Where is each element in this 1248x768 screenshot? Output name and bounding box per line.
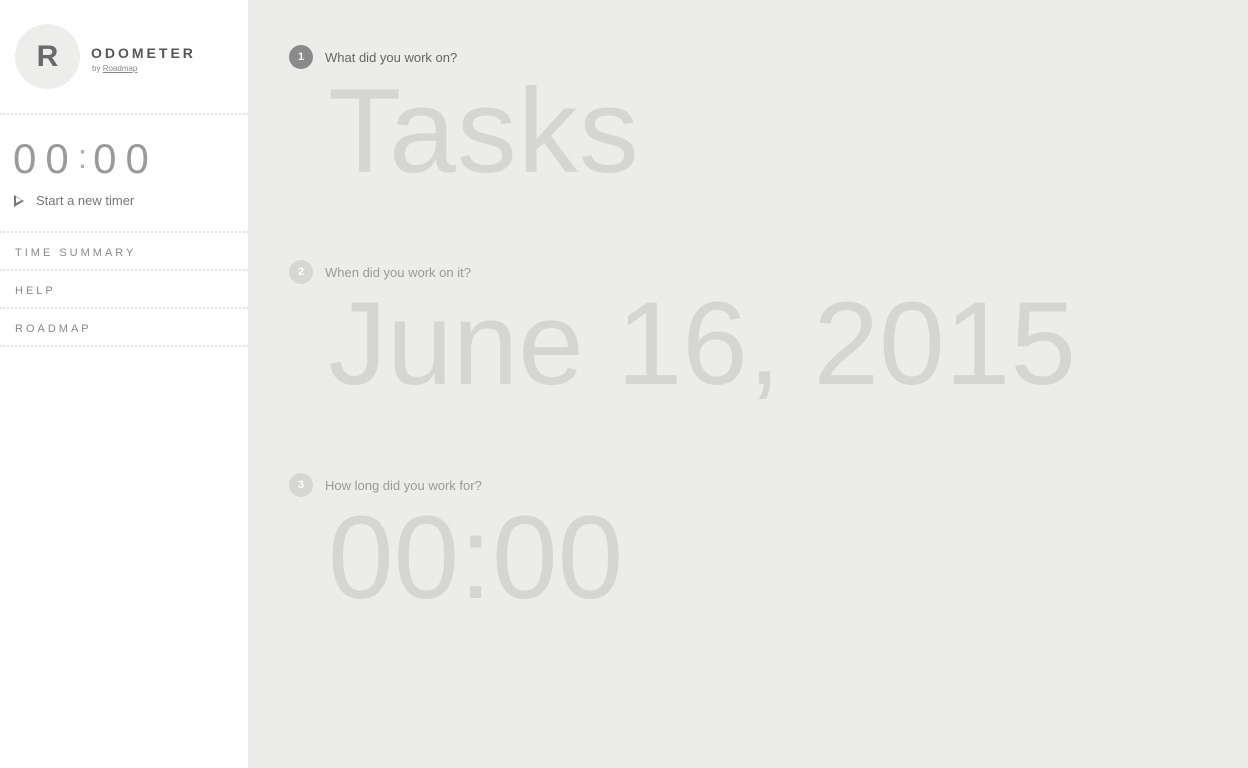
- timer-hours: 00: [13, 135, 78, 182]
- entry-form: 1 What did you work on? Tasks 2 When did…: [248, 0, 1248, 768]
- brand-header: R ODOMETER by Roadmap: [0, 0, 248, 115]
- duration-input[interactable]: 00:00: [328, 490, 623, 626]
- start-timer-label: Start a new timer: [36, 193, 135, 208]
- timer-minutes: 00: [93, 135, 158, 182]
- task-input[interactable]: Tasks: [328, 62, 640, 200]
- timer-panel: 00:00 Start a new timer: [0, 115, 248, 233]
- app-name: ODOMETER: [91, 45, 196, 61]
- step-1-badge: 1: [289, 45, 313, 69]
- date-input[interactable]: June 16, 2015: [328, 276, 1076, 412]
- timer-colon: :: [77, 138, 94, 176]
- step-2-badge: 2: [289, 260, 313, 284]
- roadmap-logo[interactable]: R: [15, 24, 80, 89]
- play-icon: [14, 194, 24, 207]
- nav-help[interactable]: HELP: [0, 271, 248, 309]
- byline-prefix: by: [92, 64, 101, 73]
- roadmap-link[interactable]: Roadmap: [103, 64, 138, 73]
- step-3-badge: 3: [289, 473, 313, 497]
- timer-display: 00:00: [13, 135, 158, 183]
- sidebar: R ODOMETER by Roadmap 00:00 Start a new …: [0, 0, 248, 768]
- nav-time-summary[interactable]: TIME SUMMARY: [0, 233, 248, 271]
- brand-byline: by Roadmap: [92, 64, 137, 73]
- start-timer-button[interactable]: Start a new timer: [14, 193, 134, 208]
- nav-roadmap[interactable]: ROADMAP: [0, 309, 248, 347]
